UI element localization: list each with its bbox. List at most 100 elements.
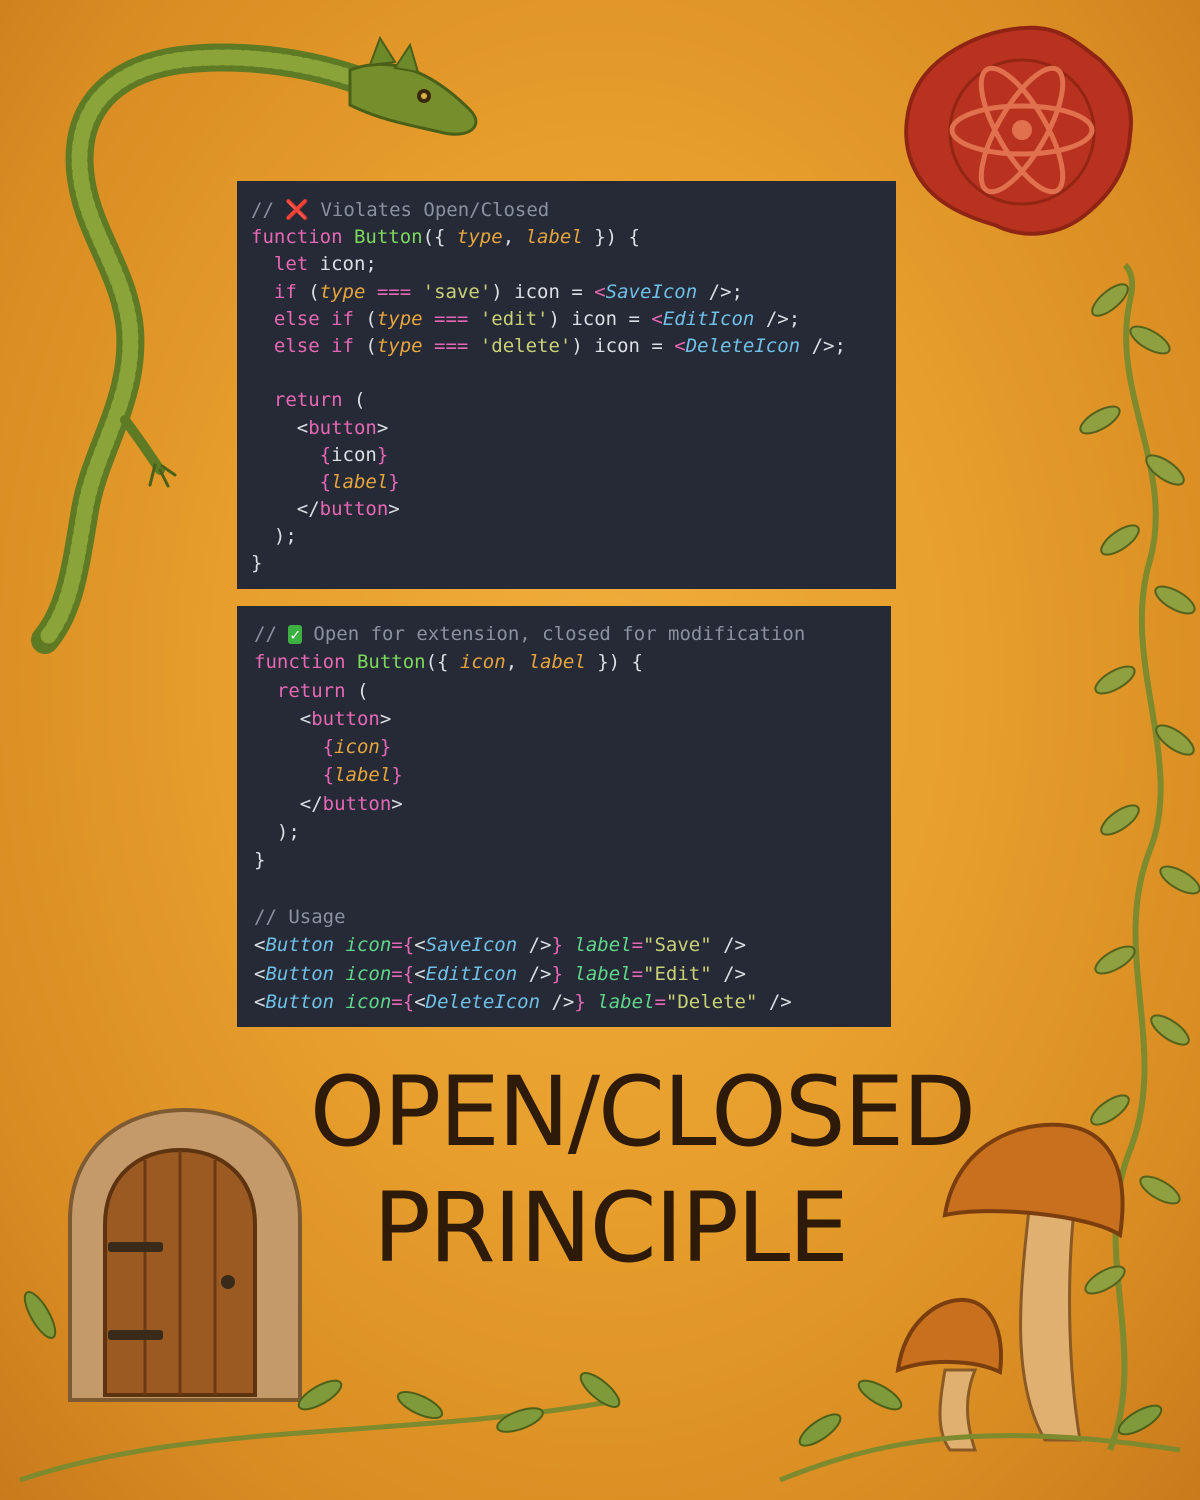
code-token: "Save": [643, 934, 712, 957]
code-token: }: [551, 962, 563, 985]
code-line: // ✓ Open for extension, closed for modi…: [254, 620, 891, 648]
code-token: DeleteIcon: [425, 990, 541, 1013]
code-token: function: [254, 651, 357, 674]
code-token: {: [254, 736, 335, 759]
code-token: }: [251, 552, 263, 575]
code-line: // ❌ Violates Open/Closed: [251, 197, 896, 224]
code-line: }: [254, 846, 891, 874]
code-token: {: [254, 764, 335, 787]
code-line: {icon}: [254, 733, 891, 761]
code-token: />: [711, 934, 746, 957]
code-token: ) icon =: [548, 307, 652, 330]
code-token: else if: [251, 307, 366, 330]
code-token: ({: [425, 651, 460, 674]
code-line: </button>: [254, 790, 891, 818]
code-token: }) {: [585, 651, 643, 674]
code-token: "Edit": [643, 962, 712, 985]
code-token: Button: [356, 651, 426, 674]
code-token: icon: [334, 962, 392, 985]
code-token: label: [334, 764, 392, 787]
code-token: label: [528, 651, 586, 674]
code-token: label: [331, 470, 389, 493]
code-token: ({: [422, 226, 457, 249]
code-token: />;: [697, 280, 743, 303]
code-token: <: [594, 280, 606, 303]
code-token: }) {: [582, 226, 640, 249]
code-token: icon: [334, 990, 392, 1013]
code-token: }: [379, 736, 392, 759]
code-token: SaveIcon: [605, 280, 698, 303]
code-token: }: [376, 443, 389, 466]
climbing-vine: [1079, 262, 1200, 1452]
code-token: ❌: [285, 199, 309, 221]
code-block-violating: // ❌ Violates Open/Closed function Button…: [237, 181, 896, 589]
code-line: return (: [251, 387, 896, 414]
code-token: ===: [422, 334, 480, 357]
code-token: <: [254, 934, 266, 957]
code-token: // Usage: [254, 905, 346, 928]
code-token: <: [414, 990, 426, 1013]
code-token: if: [251, 280, 309, 303]
code-line: else if (type === 'edit') icon = <EditIc…: [251, 306, 896, 333]
code-token: Violates Open/Closed: [309, 199, 550, 221]
code-token: }: [254, 849, 266, 872]
code-token: //: [254, 623, 289, 645]
code-token: 'delete': [479, 334, 572, 357]
code-token: button: [311, 707, 380, 730]
code-token: </: [251, 498, 320, 521]
code-token: >: [376, 416, 389, 439]
code-token: <: [414, 934, 426, 957]
code-token: =: [631, 962, 644, 985]
title-line-1: OPEN/CLOSED: [309, 1056, 976, 1168]
code-line: <button>: [251, 415, 896, 442]
code-token: Button: [265, 934, 335, 957]
title-line-2: PRINCIPLE: [372, 1172, 849, 1284]
code-token: label: [525, 226, 583, 249]
code-token: (: [365, 334, 377, 357]
code-token: />: [711, 962, 746, 985]
code-token: Button: [353, 226, 423, 249]
code-token: <: [254, 962, 266, 985]
code-line: <Button icon={<SaveIcon />} label="Save"…: [254, 931, 891, 959]
code-token: }: [391, 764, 403, 787]
code-line: return (: [254, 677, 891, 705]
code-block-compliant: // ✓ Open for extension, closed for modi…: [237, 606, 891, 1027]
code-token: (: [308, 280, 320, 303]
code-line: {label}: [251, 469, 896, 496]
code-token: ) icon =: [571, 334, 675, 357]
code-token: let: [251, 253, 320, 276]
code-token: <: [251, 416, 309, 439]
code-token: EditIcon: [425, 962, 518, 985]
code-line: <button>: [254, 705, 891, 733]
code-token: =: [631, 934, 644, 957]
code-line: function Button({ type, label }) {: [251, 224, 896, 251]
code-line: function Button({ icon, label }) {: [254, 648, 891, 676]
code-token: <: [414, 962, 426, 985]
code-token: >: [391, 792, 403, 815]
code-token: />: [517, 934, 552, 957]
code-token: icon: [331, 443, 377, 466]
code-token: 'save': [422, 280, 492, 303]
code-token: button: [319, 498, 389, 521]
code-token: else if: [251, 334, 366, 357]
code-token: );: [254, 821, 300, 844]
code-token: label: [585, 990, 655, 1013]
code-line: }: [251, 550, 896, 577]
code-token: }: [574, 990, 586, 1013]
code-token: icon;: [319, 253, 377, 276]
code-token: ={: [391, 934, 415, 957]
code-token: type: [319, 280, 366, 303]
code-token: type: [376, 307, 423, 330]
code-token: function: [251, 226, 354, 249]
code-token: />;: [800, 334, 846, 357]
code-token: Button: [265, 962, 335, 985]
code-token: =: [654, 990, 666, 1013]
code-token: "Delete": [665, 990, 758, 1013]
code-token: label: [562, 934, 632, 957]
code-token: label: [562, 962, 632, 985]
code-line: // Usage: [254, 903, 891, 931]
code-line: if (type === 'save') icon = <SaveIcon />…: [251, 279, 896, 306]
poster: { "panel1": { "lines": [ [{"t":"// ","c"…: [0, 0, 1200, 1500]
